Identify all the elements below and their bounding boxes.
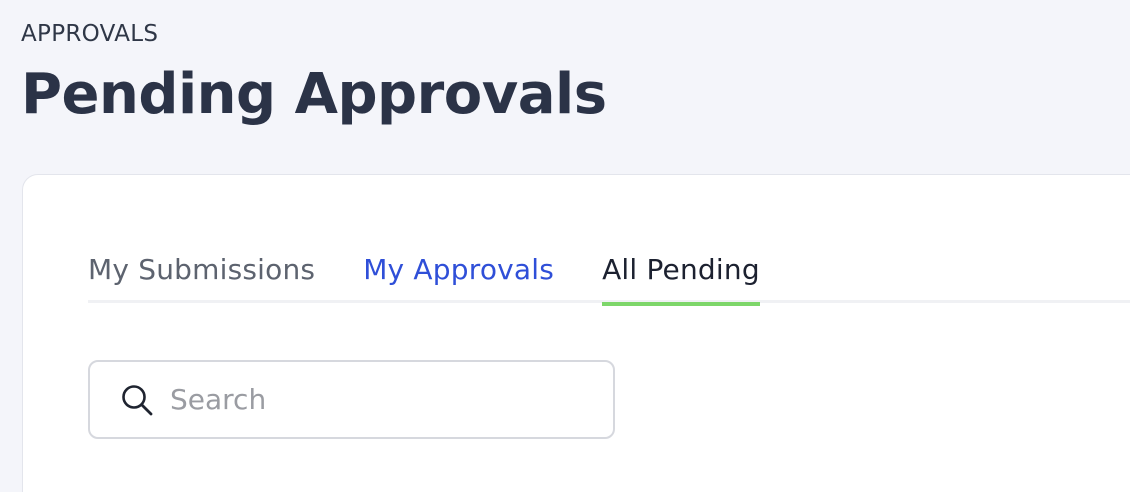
tab-my-approvals[interactable]: My Approvals	[363, 251, 554, 303]
breadcrumb: APPROVALS	[21, 21, 159, 47]
tab-my-submissions[interactable]: My Submissions	[88, 251, 315, 303]
approvals-card: My Submissions My Approvals All Pending	[22, 174, 1130, 492]
page-title: Pending Approvals	[21, 62, 607, 127]
tab-bar: My Submissions My Approvals All Pending	[88, 251, 1130, 306]
tab-all-pending[interactable]: All Pending	[602, 251, 760, 306]
search-input[interactable]	[170, 379, 590, 420]
search-icon	[118, 381, 156, 419]
search-field[interactable]	[88, 360, 615, 439]
